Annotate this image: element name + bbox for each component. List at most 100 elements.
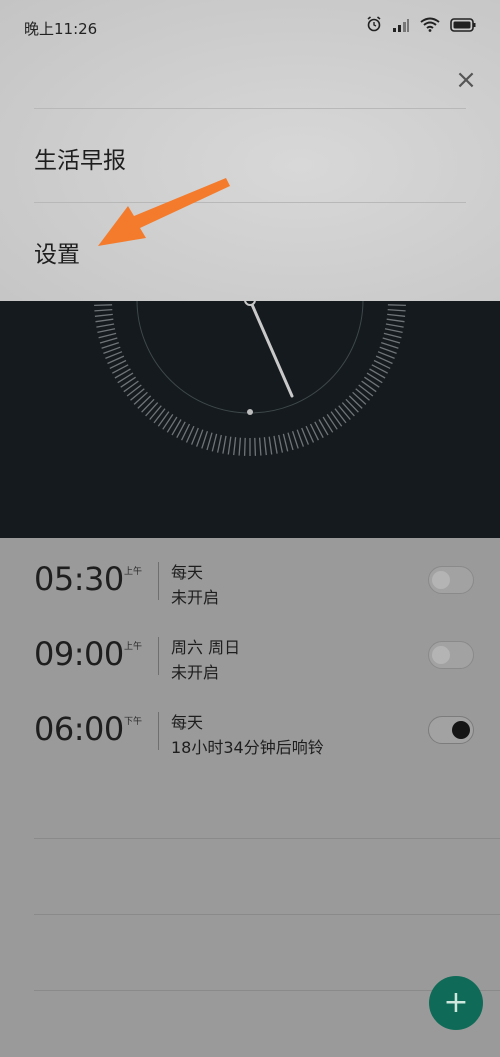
clock-tick [348, 395, 363, 409]
close-icon[interactable]: × [452, 66, 480, 94]
clock-tick [94, 313, 113, 317]
clock-tick [330, 411, 343, 427]
clock-tick [287, 432, 294, 451]
toggle-knob [452, 721, 470, 739]
alarm-ampm: 下午 [124, 717, 143, 727]
alarm-time: 05:30 [34, 560, 124, 598]
clock-tick [278, 434, 284, 453]
menu-divider [34, 108, 466, 109]
clock-tick [273, 435, 278, 454]
clock-tick [341, 402, 355, 417]
clock-tick [95, 318, 114, 323]
overflow-menu: 晚上11:26 × 生活早报 设置 [0, 0, 500, 301]
alarm-time: 06:00 [34, 710, 124, 748]
clock-tick [211, 433, 218, 452]
clock-tick [380, 341, 399, 349]
clock-tick [222, 435, 227, 454]
clock-tick [387, 304, 406, 307]
battery-icon [450, 17, 476, 36]
clock-tick [195, 429, 204, 447]
alarm-status: 18小时34分钟后响铃 [171, 738, 324, 757]
clock-tick [361, 380, 377, 393]
clock-tick [268, 436, 273, 455]
clock-tick [149, 405, 162, 420]
toggle-knob [432, 646, 450, 664]
clock-tick [216, 434, 222, 453]
alarm-status: 未开启 [171, 588, 220, 607]
alarm-divider [158, 637, 159, 675]
clock-tick [282, 433, 289, 452]
clock-tick [383, 332, 402, 339]
clock-tick [94, 308, 113, 312]
menu-item-settings[interactable]: 设置 [34, 235, 80, 269]
clock-tick [345, 398, 359, 413]
clock-tick [263, 437, 267, 456]
clock-tick [201, 430, 209, 449]
add-alarm-button[interactable]: + [429, 976, 483, 1030]
clock-tick [157, 411, 170, 427]
clock-tick [384, 328, 403, 334]
clock-tick [233, 437, 237, 456]
clock-tick [386, 318, 405, 323]
alarm-row[interactable]: 05:30 上午 每天 未开启 [0, 546, 500, 616]
alarm-repeat: 每天 [171, 563, 204, 582]
clock-tick [101, 341, 120, 349]
clock-tick [99, 337, 118, 344]
clock-tick [153, 408, 166, 424]
alarm-divider [158, 712, 159, 750]
alarm-repeat: 每天 [171, 713, 204, 732]
alarm-icon [366, 16, 382, 36]
alarm-ampm: 上午 [124, 642, 143, 652]
clock-tick [97, 328, 116, 334]
clock-tick [385, 323, 404, 328]
clock-tick [258, 437, 262, 456]
clock-tick [387, 308, 406, 312]
clock-tick [141, 398, 155, 413]
clock-hand [248, 298, 294, 398]
alarm-row[interactable]: 09:00 上午 周六 周日 未开启 [0, 621, 500, 691]
alarm-toggle[interactable] [428, 641, 474, 669]
status-icons [366, 15, 476, 37]
clock-tick [126, 384, 142, 397]
clock-tick [130, 388, 145, 401]
signal-icon [392, 17, 410, 36]
clock-tick [358, 384, 374, 397]
clock-app: 05:30 上午 每天 未开启 09:00 上午 周六 周日 未开启 06:00… [0, 0, 500, 1057]
clock-tick [387, 313, 406, 317]
alarm-list: 05:30 上午 每天 未开启 09:00 上午 周六 周日 未开启 06:00… [0, 538, 500, 1057]
list-divider [34, 838, 500, 839]
clock-tick [296, 429, 305, 447]
clock-tick [352, 391, 367, 405]
clock-tick [123, 380, 139, 393]
menu-item-daily-brief[interactable]: 生活早报 [34, 141, 126, 175]
list-divider [34, 990, 500, 991]
alarm-divider [158, 562, 159, 600]
clock-tick [103, 346, 121, 355]
clock-tick [137, 395, 152, 409]
clock-tick [379, 346, 397, 355]
clock-tick [227, 436, 232, 455]
alarm-toggle[interactable] [428, 716, 474, 744]
alarm-toggle[interactable] [428, 566, 474, 594]
clock-tick [98, 332, 117, 339]
status-bar: 晚上11:26 [0, 0, 500, 56]
menu-divider [34, 202, 466, 203]
alarm-status: 未开启 [171, 663, 220, 682]
toggle-knob [432, 571, 450, 589]
clock-tick [382, 337, 401, 344]
clock-tick [243, 437, 246, 456]
clock-tick [145, 402, 159, 417]
alarm-row[interactable]: 06:00 下午 每天 18小时34分钟后响铃 [0, 696, 500, 766]
clock-tick [355, 388, 370, 401]
clock-tick [338, 405, 351, 420]
wifi-icon [420, 17, 440, 36]
clock-tick [96, 323, 115, 328]
clock-tick [254, 437, 257, 456]
alarm-time: 09:00 [34, 635, 124, 673]
clock-tick [133, 391, 148, 405]
status-time: 晚上11:26 [24, 20, 98, 38]
clock-tick [238, 437, 242, 456]
clock-tick [206, 432, 213, 451]
clock-tick [291, 430, 299, 449]
list-divider [34, 914, 500, 915]
